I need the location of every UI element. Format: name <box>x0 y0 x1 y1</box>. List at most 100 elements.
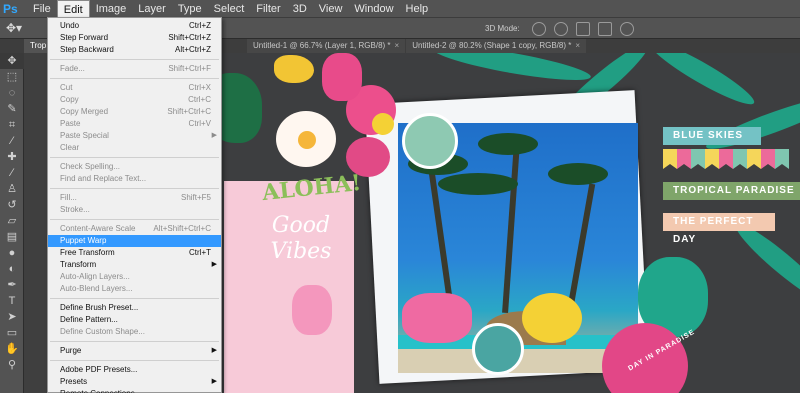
menu-view[interactable]: View <box>313 0 349 18</box>
menu-help[interactable]: Help <box>400 0 435 18</box>
dodge-tool-icon[interactable]: ◐ <box>0 261 24 277</box>
flamingo-sticker <box>292 285 332 335</box>
menu-item-puppet-warp[interactable]: Puppet Warp <box>48 235 221 247</box>
tab-label: Trop <box>30 41 47 50</box>
menu-item-label: Puppet Warp <box>60 236 107 245</box>
gradient-tool-icon[interactable]: ▤ <box>0 229 24 245</box>
banner-tropical-paradise: TROPICAL PARADISE <box>663 182 800 200</box>
menu-item-define-brush-preset[interactable]: Define Brush Preset... <box>48 302 221 314</box>
menu-separator <box>50 360 219 361</box>
menu-filter[interactable]: Filter <box>250 0 286 18</box>
marquee-tool-icon[interactable]: ⬚ <box>0 69 24 85</box>
pennant-flag <box>761 149 775 169</box>
3d-slide-icon[interactable] <box>597 21 612 36</box>
menu-item-auto-align-layers: Auto-Align Layers... <box>48 271 221 283</box>
pennant-flag <box>719 149 733 169</box>
close-icon[interactable]: × <box>395 41 400 50</box>
menu-select[interactable]: Select <box>208 0 251 18</box>
zoom-tool-icon[interactable]: ⚲ <box>0 357 24 373</box>
palm-trunk <box>566 183 596 313</box>
quick-select-tool-icon[interactable]: ✎ <box>0 101 24 117</box>
hand-tool-icon[interactable]: ✋ <box>0 341 24 357</box>
menu-item-label: Free Transform <box>60 248 115 257</box>
menu-separator <box>50 219 219 220</box>
menu-item-transform[interactable]: Transform ▶ <box>48 259 221 271</box>
menu-item-label: Step Backward <box>60 45 114 54</box>
menu-item-label: Copy <box>60 95 79 104</box>
lasso-tool-icon[interactable]: ◌ <box>0 85 24 101</box>
menu-window[interactable]: Window <box>348 0 399 18</box>
menu-item-fill: Fill... Shift+F5 <box>48 192 221 204</box>
shape-tool-icon[interactable]: ▭ <box>0 325 24 341</box>
menu-item-label: Purge <box>60 346 82 355</box>
menu-item-presets[interactable]: Presets ▶ <box>48 376 221 388</box>
menu-item-label: Check Spelling... <box>60 162 121 171</box>
blur-tool-icon[interactable]: ● <box>0 245 24 261</box>
close-icon[interactable]: × <box>575 41 580 50</box>
menu-item-remote-connections[interactable]: Remote Connections... <box>48 388 221 393</box>
menu-3d[interactable]: 3D <box>287 0 313 18</box>
yellow-flower <box>372 113 394 135</box>
menu-layer[interactable]: Layer <box>132 0 172 18</box>
menu-item-label: Define Pattern... <box>60 315 118 324</box>
3d-scale-icon[interactable] <box>619 21 634 36</box>
palm-leaf <box>431 53 593 87</box>
menu-item-define-pattern[interactable]: Define Pattern... <box>48 314 221 326</box>
menu-item-label: Step Forward <box>60 33 109 42</box>
good-vibes-text: Good Vibes <box>270 213 332 264</box>
pink-bag <box>322 53 362 101</box>
menu-item-label: Fill... <box>60 193 77 202</box>
menu-item-fade: Fade... Shift+Ctrl+F <box>48 63 221 75</box>
menu-item-shortcut: Ctrl+T <box>189 248 211 257</box>
menu-item-shortcut: Shift+Ctrl+C <box>167 107 211 116</box>
crop-tool-icon[interactable]: ⌗ <box>0 117 24 133</box>
menu-item-copy-merged: Copy Merged Shift+Ctrl+C <box>48 106 221 118</box>
menu-item-label: Remote Connections... <box>60 389 141 393</box>
menu-item-label: Content-Aware Scale <box>60 224 136 233</box>
flamingo <box>402 293 472 343</box>
menu-file[interactable]: File <box>27 0 57 18</box>
pennant-flag <box>691 149 705 169</box>
submenu-arrow-icon: ▶ <box>211 261 217 268</box>
menu-item-label: Auto-Align Layers... <box>60 272 130 281</box>
menu-item-find-and-replace-text: Find and Replace Text... <box>48 173 221 185</box>
panel-gutter <box>24 53 48 393</box>
menu-item-adobe-pdf-presets[interactable]: Adobe PDF Presets... <box>48 364 221 376</box>
pen-tool-icon[interactable]: ✒ <box>0 277 24 293</box>
3d-roll-icon[interactable] <box>553 21 568 36</box>
photoshop-window: Ps File Edit Image Layer Type Select Filter 3D V… <box>0 0 800 393</box>
menu-item-shortcut: Alt+Ctrl+Z <box>174 45 211 54</box>
3d-orbit-icon[interactable] <box>531 21 546 36</box>
menu-type[interactable]: Type <box>172 0 208 18</box>
healing-brush-tool-icon[interactable]: ✚ <box>0 149 24 165</box>
menu-separator <box>50 341 219 342</box>
pennant-flag <box>775 149 789 169</box>
menu-image[interactable]: Image <box>90 0 133 18</box>
menu-item-undo[interactable]: Undo Ctrl+Z <box>48 20 221 32</box>
menu-item-label: Paste Special <box>60 131 109 140</box>
path-selection-tool-icon[interactable]: ➤ <box>0 309 24 325</box>
palm-frond <box>548 163 608 185</box>
tab-untitled-1[interactable]: Untitled-1 @ 66.7% (Layer 1, RGB/8) * × <box>247 39 406 53</box>
eyedropper-tool-icon[interactable]: ⁄ <box>0 133 24 149</box>
brush-tool-icon[interactable]: ∕ <box>0 165 24 181</box>
tab-untitled-2[interactable]: Untitled-2 @ 80.2% (Shape 1 copy, RGB/8)… <box>406 39 587 53</box>
history-brush-tool-icon[interactable]: ↺ <box>0 197 24 213</box>
menu-item-free-transform[interactable]: Free Transform Ctrl+T <box>48 247 221 259</box>
palm-trunk <box>502 142 520 314</box>
menu-item-label: Define Brush Preset... <box>60 303 139 312</box>
document-canvas[interactable]: ALOHA! Good Vibes BLUE SKIES TROPICAL PA… <box>222 53 800 393</box>
menu-edit[interactable]: Edit <box>56 0 90 18</box>
menu-item-label: Presets <box>60 377 88 386</box>
3d-pan-icon[interactable] <box>575 21 590 36</box>
menu-item-label: Define Custom Shape... <box>60 327 145 336</box>
clone-stamp-tool-icon[interactable]: ♙ <box>0 181 24 197</box>
type-tool-icon[interactable]: T <box>0 293 24 309</box>
menu-item-purge[interactable]: Purge ▶ <box>48 345 221 357</box>
menu-item-step-forward[interactable]: Step Forward Shift+Ctrl+Z <box>48 32 221 44</box>
move-tool-preset-icon[interactable]: ✥▾ <box>6 20 32 36</box>
menu-item-step-backward[interactable]: Step Backward Alt+Ctrl+Z <box>48 44 221 56</box>
move-tool-icon[interactable]: ✥ <box>0 53 24 69</box>
menu-item-label: Copy Merged <box>60 107 109 116</box>
eraser-tool-icon[interactable]: ▱ <box>0 213 24 229</box>
